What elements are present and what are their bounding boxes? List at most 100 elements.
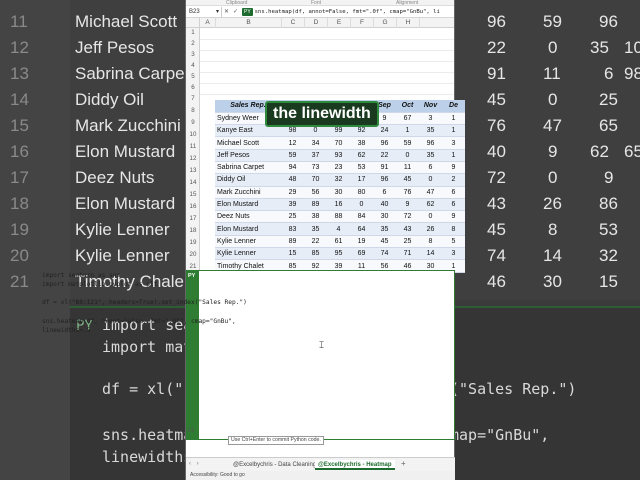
value-cell[interactable]: 9: [442, 210, 465, 224]
sales-rep-cell[interactable]: Mark Zucchini: [215, 186, 281, 199]
value-cell[interactable]: 35: [419, 149, 442, 162]
sales-rep-cell[interactable]: Jeff Pesos: [215, 149, 281, 162]
value-cell[interactable]: 0: [350, 198, 373, 212]
value-cell[interactable]: 1: [396, 124, 419, 138]
value-cell[interactable]: 4: [327, 222, 350, 236]
header-oct[interactable]: Oct: [396, 100, 419, 113]
column-header-e[interactable]: E: [328, 18, 351, 28]
column-header-d[interactable]: D: [305, 18, 328, 28]
value-cell[interactable]: 45: [396, 173, 419, 187]
value-cell[interactable]: 71: [396, 247, 419, 261]
value-cell[interactable]: 35: [419, 124, 442, 138]
value-cell[interactable]: 37: [304, 149, 327, 162]
value-cell[interactable]: 9: [442, 161, 465, 175]
value-cell[interactable]: 61: [327, 235, 350, 249]
value-cell[interactable]: 17: [350, 173, 373, 187]
value-cell[interactable]: 69: [350, 247, 373, 261]
value-cell[interactable]: 2: [442, 173, 465, 187]
sheet-tab-heatmap[interactable]: @Excelbychris - Heatmap: [315, 460, 395, 470]
value-cell[interactable]: 96: [373, 173, 396, 187]
code-line[interactable]: sns.heatmap(df, annot=False, fmt=".0f", …: [42, 318, 236, 325]
value-cell[interactable]: 32: [327, 173, 350, 187]
value-cell[interactable]: 70: [304, 173, 327, 187]
sales-rep-cell[interactable]: Elon Mustard: [215, 222, 281, 236]
value-cell[interactable]: 48: [281, 173, 304, 187]
python-badge[interactable]: PY: [242, 7, 253, 16]
value-cell[interactable]: 43: [396, 222, 419, 236]
select-all-corner[interactable]: [186, 18, 200, 28]
value-cell[interactable]: 53: [350, 161, 373, 175]
value-cell[interactable]: 96: [419, 136, 442, 150]
row-header[interactable]: 16: [186, 203, 200, 210]
value-cell[interactable]: 22: [373, 149, 396, 162]
value-cell[interactable]: 64: [350, 222, 373, 236]
value-cell[interactable]: 23: [327, 161, 350, 175]
value-cell[interactable]: 25: [396, 235, 419, 249]
value-cell[interactable]: 47: [419, 186, 442, 199]
column-header-b[interactable]: B: [216, 18, 282, 28]
value-cell[interactable]: 3: [442, 136, 465, 150]
row-header[interactable]: 19: [186, 239, 200, 246]
python-editor[interactable]: PY: [186, 270, 455, 440]
sheet-tab-data-cleaning[interactable]: @Excelbychris - Data Cleaning: [230, 460, 319, 470]
row-header[interactable]: 13: [186, 167, 200, 174]
row-header[interactable]: 2: [186, 40, 200, 47]
value-cell[interactable]: 9: [396, 198, 419, 212]
row-header[interactable]: 6: [186, 84, 200, 91]
value-cell[interactable]: 80: [350, 186, 373, 199]
value-cell[interactable]: 62: [350, 149, 373, 162]
value-cell[interactable]: 89: [304, 198, 327, 212]
row-header[interactable]: 8: [186, 107, 200, 114]
sheet-scroll-arrows-icon[interactable]: ‹ ›: [189, 461, 201, 467]
code-line[interactable]: linewidths=.5: [42, 327, 90, 334]
row-header[interactable]: 15: [186, 191, 200, 198]
value-cell[interactable]: 22: [304, 235, 327, 249]
formula-input[interactable]: sns.heatmap(df, annot=False, fmt=".0f", …: [255, 9, 440, 15]
sales-rep-cell[interactable]: Michael Scott: [215, 136, 281, 150]
row-header[interactable]: 3: [186, 51, 200, 58]
value-cell[interactable]: 59: [281, 149, 304, 162]
column-header-g[interactable]: G: [374, 18, 397, 28]
row-header[interactable]: 14: [186, 179, 200, 186]
value-cell[interactable]: 14: [419, 247, 442, 261]
value-cell[interactable]: 38: [304, 210, 327, 224]
sales-rep-cell[interactable]: Deez Nuts: [215, 210, 281, 224]
value-cell[interactable]: 93: [327, 149, 350, 162]
value-cell[interactable]: 67: [396, 112, 419, 126]
value-cell[interactable]: 8: [419, 235, 442, 249]
value-cell[interactable]: 0: [419, 173, 442, 187]
code-line[interactable]: import seaborn as sns: [42, 272, 120, 279]
header-dec[interactable]: De: [442, 100, 465, 113]
value-cell[interactable]: 1: [442, 112, 465, 126]
value-cell[interactable]: 62: [419, 198, 442, 212]
value-cell[interactable]: 84: [350, 210, 373, 224]
value-cell[interactable]: 25: [281, 210, 304, 224]
value-cell[interactable]: 0: [396, 149, 419, 162]
value-cell[interactable]: 72: [396, 210, 419, 224]
column-header-f[interactable]: F: [351, 18, 374, 28]
value-cell[interactable]: 34: [304, 136, 327, 150]
value-cell[interactable]: 12: [281, 136, 304, 150]
row-header[interactable]: 5: [186, 73, 200, 80]
row-header[interactable]: 7: [186, 95, 200, 102]
value-cell[interactable]: 30: [327, 186, 350, 199]
row-header[interactable]: 21: [186, 263, 200, 270]
add-sheet-button[interactable]: +: [401, 459, 406, 468]
value-cell[interactable]: 74: [373, 247, 396, 261]
value-cell[interactable]: 30: [373, 210, 396, 224]
sales-rep-cell[interactable]: Diddy Oil: [215, 173, 281, 187]
value-cell[interactable]: 29: [281, 186, 304, 199]
value-cell[interactable]: 56: [304, 186, 327, 199]
value-cell[interactable]: 8: [442, 222, 465, 236]
sales-rep-cell[interactable]: Kylie Lenner: [215, 235, 281, 249]
row-header[interactable]: 18: [186, 227, 200, 234]
column-header-h[interactable]: H: [397, 18, 420, 28]
value-cell[interactable]: 26: [419, 222, 442, 236]
value-cell[interactable]: 6: [442, 198, 465, 212]
column-header-a[interactable]: A: [200, 18, 216, 28]
value-cell[interactable]: 70: [327, 136, 350, 150]
value-cell[interactable]: 76: [396, 186, 419, 199]
row-header[interactable]: 1: [186, 29, 200, 36]
value-cell[interactable]: 35: [373, 222, 396, 236]
value-cell[interactable]: 59: [396, 136, 419, 150]
